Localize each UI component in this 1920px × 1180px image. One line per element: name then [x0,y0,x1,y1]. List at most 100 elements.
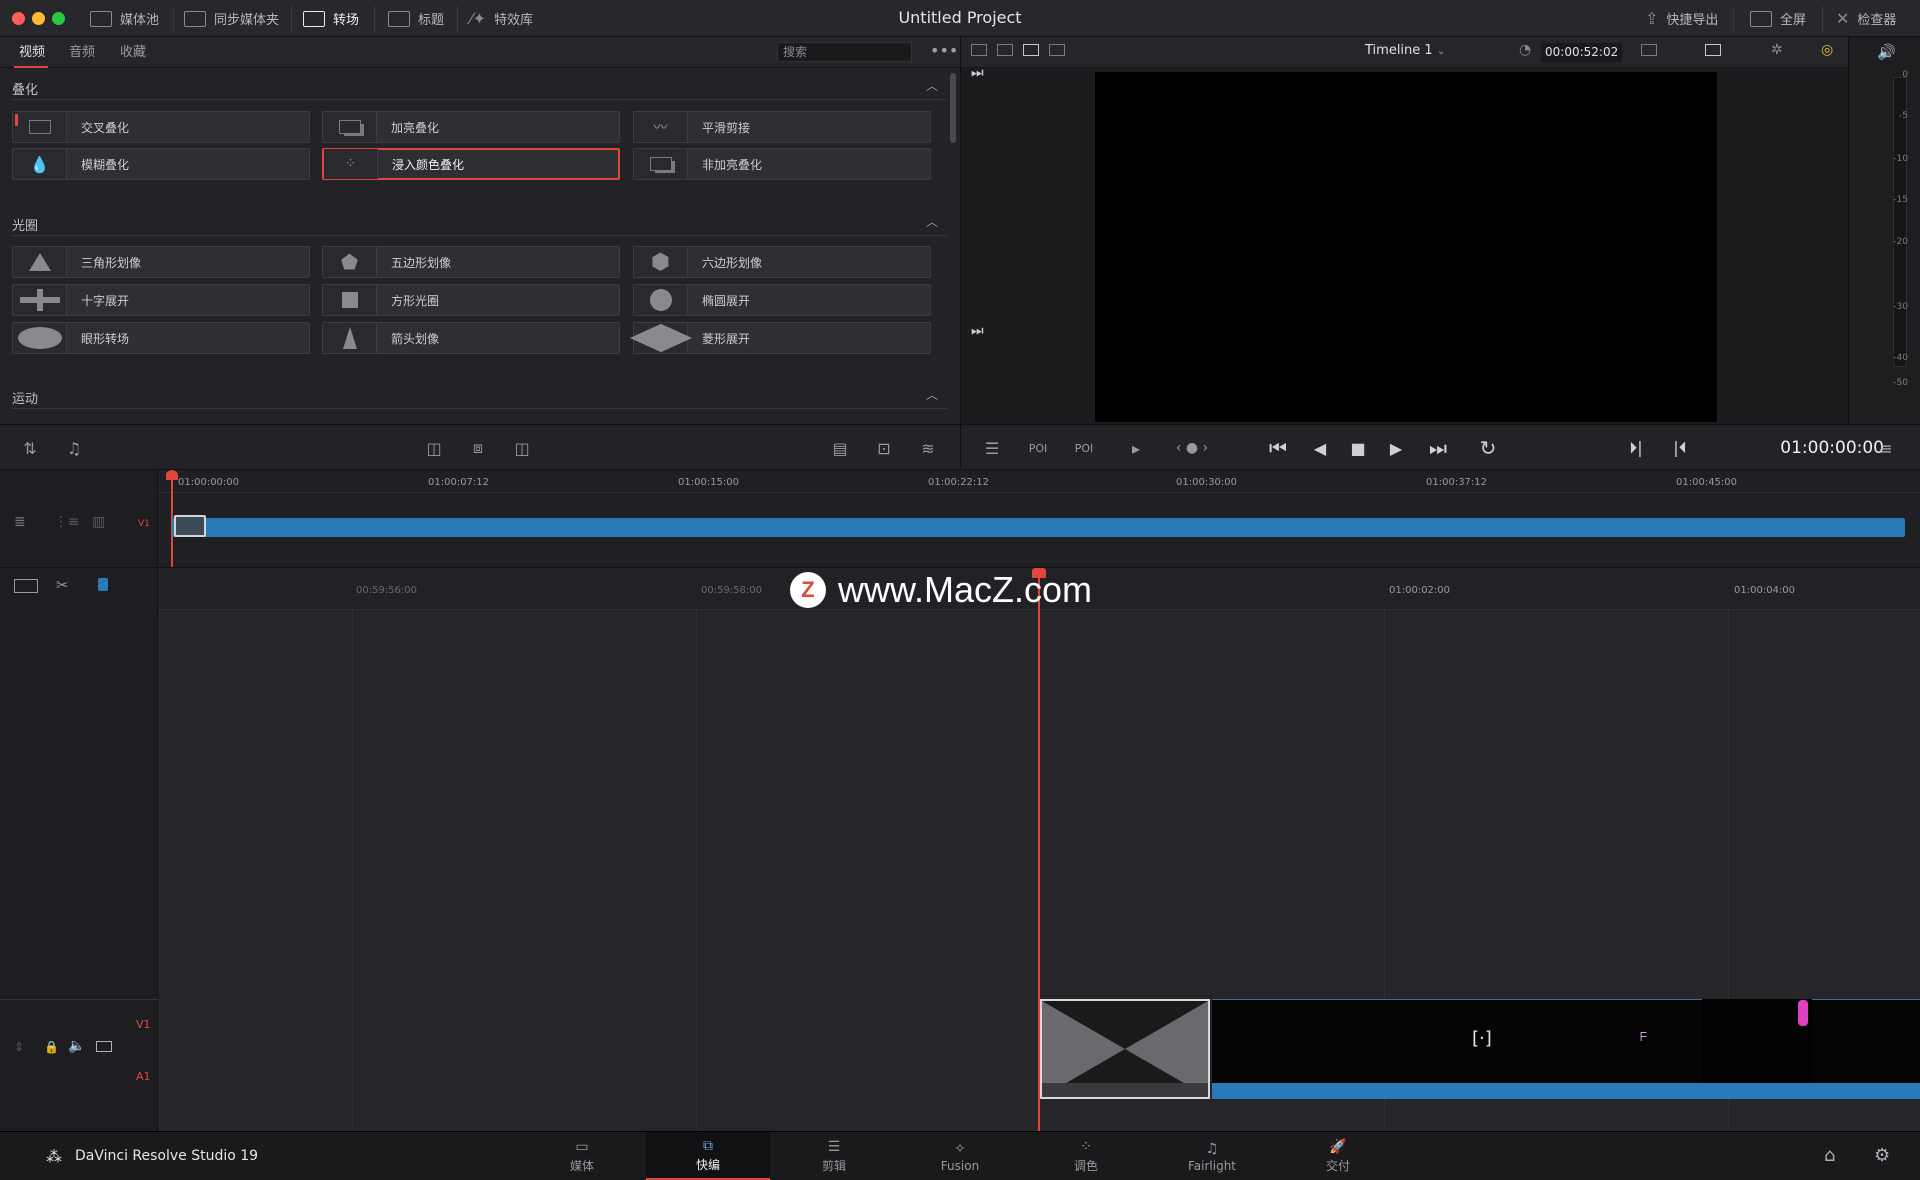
play-icon[interactable]: ▶ [1382,425,1410,471]
close-window-button[interactable] [12,12,25,25]
transition-non-additive-dissolve[interactable]: 非加亮叠化 [633,148,931,180]
viewer-mode-icon[interactable] [1023,44,1039,56]
effects-scrollbar[interactable] [950,73,956,143]
audio-track-icon[interactable]: ♫ [60,425,88,471]
transition-oval-iris[interactable]: 椭圆展开 [633,284,931,316]
minimize-window-button[interactable] [32,12,45,25]
page-fusion[interactable]: ✧ Fusion [898,1132,1022,1180]
transition-triangle-iris[interactable]: 三角形划像 [12,246,310,278]
zoom-window-indicator[interactable] [174,515,206,537]
film-icon[interactable] [96,1041,112,1052]
display-mode-icon[interactable] [1705,44,1721,56]
transition-square-iris[interactable]: 方形光圈 [322,284,620,316]
color-wheel-icon[interactable]: ◎ [1821,42,1833,58]
collapse-chevron-icon[interactable]: ︿ [926,386,938,403]
media-pool-button[interactable]: 媒体池 [90,0,159,37]
smart-insert-icon[interactable]: ◫ [420,425,448,471]
skip-to-end-icon[interactable]: ⏭ [1422,425,1454,471]
tab-audio[interactable]: 音频 [69,37,95,68]
triangle-icon [13,247,67,277]
page-cut[interactable]: ⧉ 快编 [646,1132,770,1180]
place-on-top-icon[interactable]: ⊡ [870,425,898,471]
reverse-play-icon[interactable]: ◀ [1306,425,1334,471]
transition-dip-to-color[interactable]: ⁘ 浸入颜色叠化 [322,148,620,180]
poi-icon[interactable]: POI [1024,425,1052,471]
track-height-icon[interactable]: ⇕ [14,1040,24,1054]
viewer-mode-icon[interactable] [997,44,1013,56]
transition-smooth-cut[interactable]: 〰 平滑剪接 [633,111,931,143]
more-options-icon[interactable]: ••• [930,41,958,60]
tab-favorites[interactable]: 收藏 [120,37,146,68]
diamond-icon [629,323,692,353]
transition-cross-dissolve[interactable]: 交叉叠化 [12,111,310,143]
scissors-icon[interactable]: ✂ [56,576,69,594]
zoom-icon[interactable]: ▥ [92,514,105,530]
upper-ruler[interactable]: 01:00:00:00 01:00:07:12 01:00:15:00 01:0… [158,470,1920,493]
stop-icon[interactable]: ■ [1344,425,1372,471]
gear-icon[interactable]: ⚙ [1874,1145,1890,1166]
meter-tick: -40 [1893,353,1908,363]
titles-button[interactable]: 标题 [388,0,444,37]
upper-playhead-handle[interactable] [166,470,178,480]
transition-hexagon-iris[interactable]: ⬢ 六边形划像 [633,246,931,278]
grid-view-icon[interactable] [1049,44,1065,56]
page-deliver[interactable]: 🚀 交付 [1276,1132,1400,1180]
timeline-view-icon[interactable] [14,579,38,593]
safe-area-icon[interactable] [1641,44,1657,56]
jog-control-icon[interactable]: ‹ ● › [1166,425,1218,471]
collapse-chevron-icon[interactable]: ︿ [926,77,938,94]
upper-v1-clip[interactable] [172,518,1905,537]
page-fairlight[interactable]: ♫ Fairlight [1150,1132,1274,1180]
mark-in-icon[interactable]: ⏵| [1622,425,1650,471]
audio-waveform-icon[interactable]: ⋮≡ [54,514,80,530]
track-options-icon[interactable]: ⇅ [16,425,44,471]
snap-marker-icon[interactable] [98,578,108,591]
go-to-first-frame-icon[interactable]: ⏭ [971,65,984,81]
home-icon[interactable]: ⌂ [1824,1145,1835,1166]
lock-icon[interactable]: 🔒 [44,1040,59,1054]
append-icon[interactable]: ⧈ [464,425,492,471]
page-media[interactable]: ▭ 媒体 [520,1132,644,1180]
fullscreen-button[interactable]: 全屏 [1750,0,1806,37]
effects-library-button[interactable]: ⁄✦ 特效库 [470,0,533,37]
transition-arrow-iris[interactable]: 箭头划像 [322,322,620,354]
viewer-mode-icon[interactable] [971,44,987,56]
zoom-window-button[interactable] [52,12,65,25]
sync-bin-button[interactable]: 同步媒体夹 [184,0,279,37]
transform-icon[interactable]: ✲ [1771,42,1783,58]
ruler-label: 01:00:22:12 [928,477,990,488]
page-color[interactable]: ⁘ 调色 [1024,1132,1148,1180]
speaker-icon[interactable]: 🔊 [1877,43,1896,61]
ripple-overwrite-icon[interactable]: ◫ [508,425,536,471]
go-to-last-frame-icon[interactable]: ⏭ [971,323,984,339]
skip-to-start-icon[interactable]: ⏮ [1262,425,1294,471]
timeline-selector[interactable]: Timeline 1 ⌄ [1365,43,1445,58]
transition-cross-iris[interactable]: 十字展开 [12,284,310,316]
timecode-display: 01:00:00:00 [1780,438,1884,458]
audio-waveform-clip[interactable] [1212,1083,1920,1099]
quick-export-button[interactable]: ⇪ 快捷导出 [1645,0,1718,37]
track-options-icon[interactable]: ≣ [14,514,26,530]
poi-icon[interactable]: POI [1070,425,1098,471]
inspector-button[interactable]: ✕ 检查器 [1836,0,1896,37]
viewer-menu-icon[interactable]: ≡ [1872,425,1900,471]
source-overwrite-icon[interactable]: ≋ [914,425,942,471]
transitions-button[interactable]: 转场 [303,0,359,37]
page-edit[interactable]: ☰ 剪辑 [772,1132,896,1180]
play-selection-icon[interactable]: ▸ [1122,425,1150,471]
playhead[interactable] [1038,568,1040,1132]
collapse-chevron-icon[interactable]: ︿ [926,213,938,230]
tab-video[interactable]: 视频 [19,37,45,68]
transition-diamond-iris[interactable]: 菱形展开 [629,322,931,354]
loop-icon[interactable]: ↻ [1472,425,1504,471]
transition-additive-dissolve[interactable]: 加亮叠化 [322,111,620,143]
mark-out-icon[interactable]: |⏴ [1666,425,1694,471]
transition-eye-iris[interactable]: 眼形转场 [12,322,310,354]
close-up-icon[interactable]: ▤ [826,425,854,471]
ruler-label: 01:00:37:12 [1426,477,1488,488]
settings-sliders-icon[interactable]: ☰ [978,425,1006,471]
transition-blur-dissolve[interactable]: 💧 模糊叠化 [12,148,310,180]
search-input[interactable]: 搜索 [777,42,912,62]
transition-pentagon-iris[interactable]: ⬟ 五边形划像 [322,246,620,278]
speaker-icon[interactable]: 🔈 [68,1038,85,1054]
